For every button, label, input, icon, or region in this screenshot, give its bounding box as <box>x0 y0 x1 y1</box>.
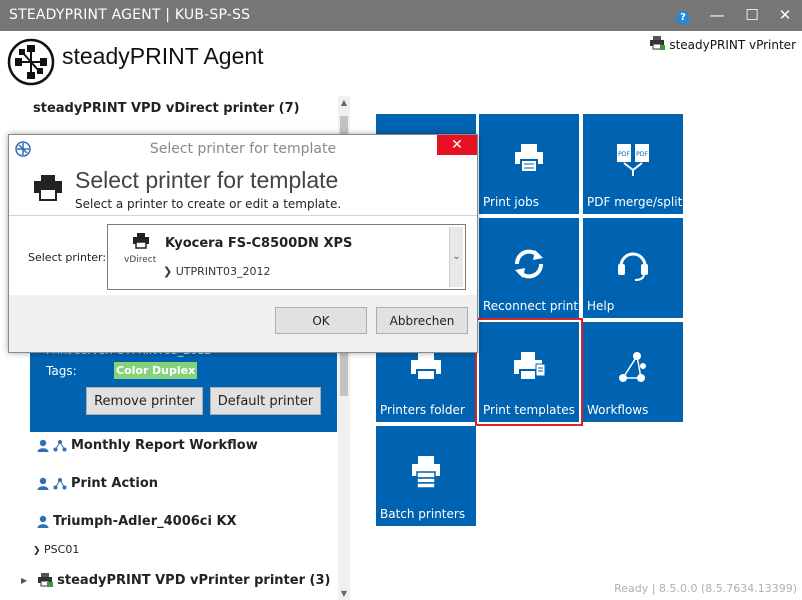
dialog-subheading: Select a printer to create or edit a tem… <box>75 197 342 211</box>
vprinter-link[interactable]: steadyPRINT vPrinter <box>649 36 796 53</box>
tile-reconnect[interactable]: Reconnect print... <box>479 218 589 318</box>
default-printer-button[interactable]: Default printer <box>210 387 321 415</box>
user-icon <box>37 439 49 452</box>
app-logo-icon <box>7 38 55 86</box>
scroll-down-icon[interactable]: ▼ <box>339 589 349 598</box>
workflow-small-icon <box>53 478 67 490</box>
group-header-vprinter[interactable]: ▶ steadyPRINT VPD vPrinter printer (3) <box>5 565 337 591</box>
printer-name: Kyocera FS-C8500DN XPS <box>165 236 353 251</box>
dialog-close-button[interactable]: ✕ <box>437 135 477 155</box>
list-item-label: Print Action <box>71 476 159 491</box>
printer-icon <box>124 233 158 252</box>
tile-label: Help <box>587 299 615 313</box>
dialog-heading: Select printer for template <box>75 167 339 193</box>
cancel-button[interactable]: Abbrechen <box>376 307 468 334</box>
tile-label: Reconnect print... <box>483 299 590 313</box>
tags-label: Tags: <box>46 364 77 378</box>
refresh-icon <box>479 246 579 285</box>
help-button[interactable]: ? <box>672 4 694 26</box>
user-icon <box>37 477 49 490</box>
batch-printer-icon <box>376 454 476 493</box>
print-template-icon <box>479 350 579 387</box>
tile-label: PDF merge/split <box>587 195 683 209</box>
pdf-merge-icon: PDF PDF <box>583 142 683 181</box>
workflow-small-icon <box>53 440 67 452</box>
group-header-label: steadyPRINT VPD vPrinter printer (3) <box>57 572 331 588</box>
tile-label: Print templates <box>483 403 575 417</box>
vprinter-label: steadyPRINT vPrinter <box>669 37 796 52</box>
select-printer-label: Select printer: <box>28 251 107 264</box>
printer-server: ❯ UTPRINT03_2012 <box>163 265 271 278</box>
window-titlebar: STEADYPRINT AGENT | KUB-SP-SS ? — ☐ ✕ <box>0 0 802 31</box>
close-button[interactable]: ✕ <box>774 4 796 26</box>
tile-batch-printers[interactable]: Batch printers <box>376 426 476 526</box>
tile-help[interactable]: Help <box>583 218 683 318</box>
tile-print-jobs[interactable]: Print jobs <box>479 114 579 214</box>
tile-label: Workflows <box>587 403 649 417</box>
minimize-button[interactable]: — <box>706 4 728 26</box>
tile-label: Print jobs <box>483 195 539 209</box>
dialog-body: Select printer: vDirect Kyocera FS-C8500… <box>9 215 477 295</box>
dialog-header: Select printer for template Select a pri… <box>9 163 477 215</box>
workflow-icon <box>583 350 683 389</box>
dialog-titlebar: Select printer for template ✕ <box>9 135 477 163</box>
tile-workflows[interactable]: Workflows <box>583 322 683 422</box>
list-item-triumph-adler[interactable]: Triumph-Adler_4006ci KX <box>37 514 237 529</box>
maximize-button[interactable]: ☐ <box>741 4 763 26</box>
printer-green-icon <box>38 573 54 587</box>
window-title: STEADYPRINT AGENT | KUB-SP-SS <box>9 7 251 23</box>
app-name: steadyPRINT Agent <box>62 43 264 69</box>
printer-type-label: vDirect <box>124 255 157 265</box>
vprinter-icon <box>649 36 666 53</box>
remove-printer-button[interactable]: Remove printer <box>86 387 203 415</box>
svg-text:PDF: PDF <box>618 151 630 158</box>
tile-print-templates[interactable]: Print templates <box>475 318 583 426</box>
tile-label: Batch printers <box>380 507 466 521</box>
status-bar: Ready | 8.5.0.0 (8.5.7634.13399) <box>614 582 797 595</box>
headset-icon <box>583 246 683 285</box>
server-label: PSC01 <box>44 543 80 556</box>
tag-color: Color <box>114 362 151 379</box>
list-item-label: Monthly Report Workflow <box>71 438 258 453</box>
printer-icon <box>376 350 476 387</box>
help-icon: ? <box>676 11 690 25</box>
chevron-right-icon: ❯ <box>33 546 41 556</box>
selected-printer-item[interactable]: Print server: UTPRINT03_2012 Tags: Color… <box>30 340 337 432</box>
group-header-vdirect[interactable]: steadyPRINT VPD vDirect printer (7) <box>5 96 337 122</box>
tag-duplex: Duplex <box>150 362 198 379</box>
user-icon <box>37 515 49 528</box>
expand-arrow-icon[interactable]: ▶ <box>21 576 27 585</box>
tile-pdf-merge[interactable]: PDF PDF PDF merge/split <box>583 114 683 214</box>
print-jobs-icon <box>479 142 579 179</box>
scroll-up-icon[interactable]: ▲ <box>339 98 349 107</box>
select-printer-dialog: Select printer for template ✕ Select pri… <box>8 134 478 353</box>
chevron-down-icon[interactable]: ⌄ <box>449 227 463 287</box>
dialog-window-title: Select printer for template <box>149 141 337 157</box>
printer-select[interactable]: vDirect Kyocera FS-C8500DN XPS ❯ UTPRINT… <box>107 224 466 290</box>
list-item-monthly-report[interactable]: Monthly Report Workflow <box>37 438 258 453</box>
tile-label: Printers folder <box>380 403 465 417</box>
list-item-label: Triumph-Adler_4006ci KX <box>53 514 237 529</box>
list-item-server-psc01: ❯ PSC01 <box>33 543 79 556</box>
list-item-print-action[interactable]: Print Action <box>37 476 158 491</box>
printer-icon <box>33 175 63 204</box>
svg-text:PDF: PDF <box>636 151 648 158</box>
ok-button[interactable]: OK <box>275 307 367 334</box>
